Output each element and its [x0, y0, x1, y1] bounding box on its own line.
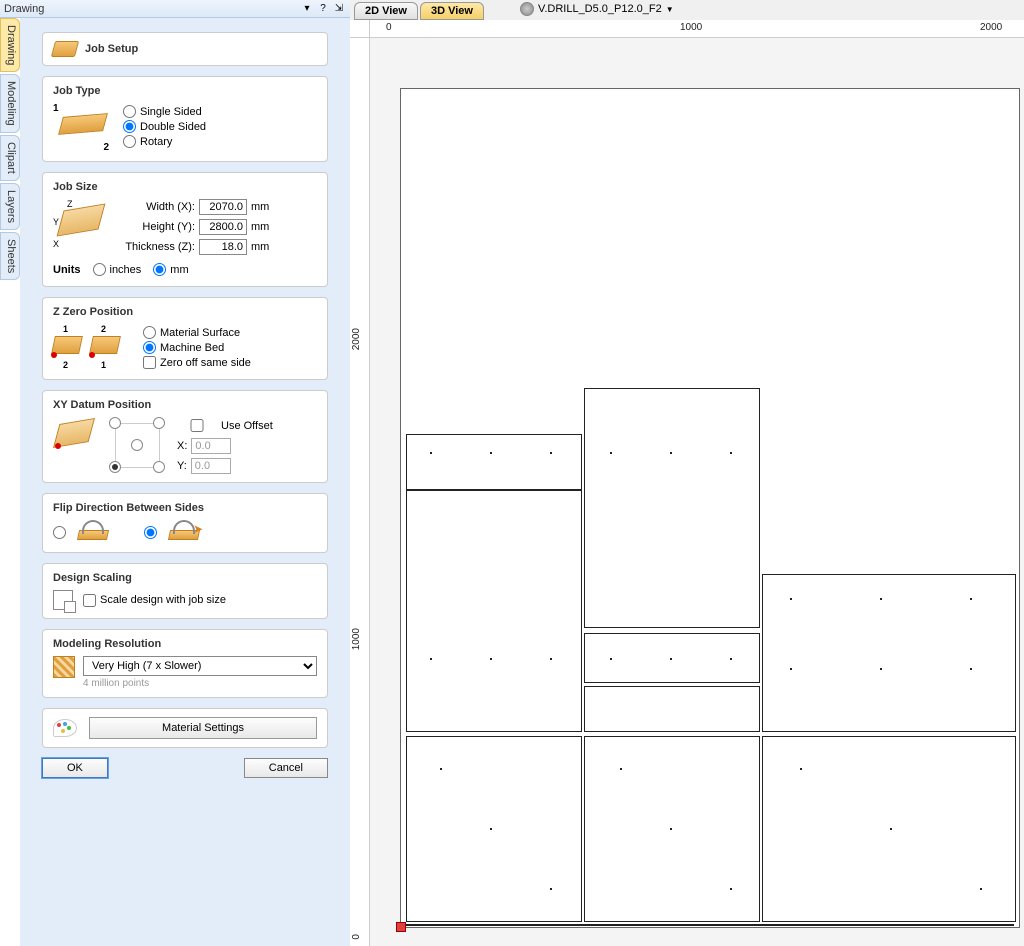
- part[interactable]: [762, 736, 1016, 922]
- tab-3d-view[interactable]: 3D View: [420, 2, 484, 20]
- radio-flip-horizontal[interactable]: [53, 526, 66, 539]
- side-tab-clipart[interactable]: Clipart: [0, 135, 20, 181]
- datum-bl[interactable]: [109, 461, 121, 473]
- part[interactable]: [406, 736, 582, 922]
- ruler-vertical: 2000 1000 0: [350, 38, 370, 946]
- part[interactable]: [406, 490, 582, 732]
- ok-button[interactable]: OK: [42, 758, 108, 778]
- help-icon[interactable]: ?: [316, 2, 330, 16]
- job-size-illustration: X Y Z: [53, 199, 111, 249]
- side-tabs: Drawing Modeling Clipart Layers Sheets: [0, 18, 20, 282]
- side-tab-drawing[interactable]: Drawing: [0, 18, 20, 72]
- side-tab-layers[interactable]: Layers: [0, 183, 20, 230]
- job-type-group: Job Type 1 2 Single Sided Double Sided R…: [42, 76, 328, 162]
- radio-inches[interactable]: inches: [93, 263, 142, 276]
- panel-title: Drawing: [4, 3, 300, 15]
- part[interactable]: [584, 686, 760, 732]
- side-tab-sheets[interactable]: Sheets: [0, 232, 20, 280]
- radio-mm[interactable]: mm: [153, 263, 188, 276]
- radio-machine-bed[interactable]: Machine Bed: [143, 341, 251, 354]
- tool-icon: [520, 2, 534, 16]
- datum-illustration: [53, 417, 97, 453]
- job-setup-header: Job Setup: [42, 32, 328, 66]
- resolution-select[interactable]: Very High (7 x Slower): [83, 656, 317, 676]
- resolution-icon: [53, 656, 75, 678]
- radio-single-sided[interactable]: Single Sided: [123, 105, 206, 118]
- tool-dropdown[interactable]: V.DRILL_D5.0_P12.0_F2 ▼: [520, 2, 674, 16]
- job-size-group: Job Size X Y Z Width (X):mm Height (Y):m…: [42, 172, 328, 287]
- scale-icon: [53, 590, 73, 610]
- job-size-title: Job Size: [53, 181, 317, 193]
- datum-tr[interactable]: [153, 417, 165, 429]
- job-setup-label: Job Setup: [85, 43, 138, 55]
- check-zero-same-side[interactable]: Zero off same side: [143, 356, 251, 369]
- datum-tl[interactable]: [109, 417, 121, 429]
- radio-double-sided[interactable]: Double Sided: [123, 120, 206, 133]
- datum-c[interactable]: [131, 439, 143, 451]
- origin-marker: [396, 922, 406, 932]
- part[interactable]: [584, 388, 760, 628]
- z-zero-illustration: 1 2 2 1: [53, 324, 129, 370]
- panel-header: Drawing ▾ ? ⇲: [0, 0, 350, 18]
- palette-icon: [53, 719, 77, 737]
- datum-x-input: [191, 438, 231, 454]
- z-zero-title: Z Zero Position: [53, 306, 317, 318]
- pin-icon[interactable]: ⇲: [332, 2, 346, 16]
- radio-flip-vertical[interactable]: [144, 526, 157, 539]
- job-type-illustration: 1 2: [53, 103, 113, 153]
- datum-title: XY Datum Position: [53, 399, 317, 411]
- datum-group: XY Datum Position Use Offset X: Y:: [42, 390, 328, 483]
- z-zero-group: Z Zero Position 1 2 2 1 Material Surface…: [42, 297, 328, 380]
- job-setup-icon: [51, 41, 79, 57]
- cancel-button[interactable]: Cancel: [244, 758, 328, 778]
- flip-title: Flip Direction Between Sides: [53, 502, 317, 514]
- scaling-title: Design Scaling: [53, 572, 317, 584]
- check-scale-design[interactable]: Scale design with job size: [83, 594, 226, 607]
- radio-rotary[interactable]: Rotary: [123, 135, 206, 148]
- ruler-horizontal: 0 1000 2000: [370, 20, 1024, 38]
- radio-material-surface[interactable]: Material Surface: [143, 326, 251, 339]
- tab-2d-view[interactable]: 2D View: [354, 2, 418, 20]
- part[interactable]: [584, 736, 760, 922]
- resolution-sub: 4 million points: [83, 678, 317, 689]
- part[interactable]: [406, 434, 582, 490]
- ruler-corner: [350, 20, 370, 38]
- material-settings-button[interactable]: Material Settings: [89, 717, 317, 739]
- material-group: Material Settings: [42, 708, 328, 748]
- check-use-offset[interactable]: Use Offset: [177, 419, 273, 432]
- part[interactable]: [762, 574, 1016, 732]
- datum-br[interactable]: [153, 461, 165, 473]
- datum-y-input: [191, 458, 231, 474]
- thickness-input[interactable]: [199, 239, 247, 255]
- height-input[interactable]: [199, 219, 247, 235]
- dropdown-icon[interactable]: ▾: [300, 2, 314, 16]
- flip-group: Flip Direction Between Sides ➤: [42, 493, 328, 553]
- chevron-down-icon: ▼: [666, 5, 674, 14]
- job-type-title: Job Type: [53, 85, 317, 97]
- flip-horizontal-icon: [74, 520, 114, 544]
- viewport[interactable]: [370, 38, 1024, 946]
- datum-grid: [109, 417, 165, 473]
- tool-name: V.DRILL_D5.0_P12.0_F2: [538, 3, 662, 15]
- units-label: Units: [53, 264, 81, 276]
- job-setup-panel: Job Setup Job Type 1 2 Single Sided Doub…: [20, 18, 350, 946]
- resolution-group: Modeling Resolution Very High (7 x Slowe…: [42, 629, 328, 698]
- scaling-group: Design Scaling Scale design with job siz…: [42, 563, 328, 619]
- resolution-title: Modeling Resolution: [53, 638, 317, 650]
- canvas-area: 2D View 3D View V.DRILL_D5.0_P12.0_F2 ▼ …: [350, 0, 1024, 946]
- width-input[interactable]: [199, 199, 247, 215]
- flip-vertical-icon: ➤: [165, 520, 205, 544]
- part[interactable]: [406, 924, 1014, 926]
- side-tab-modeling[interactable]: Modeling: [0, 74, 20, 133]
